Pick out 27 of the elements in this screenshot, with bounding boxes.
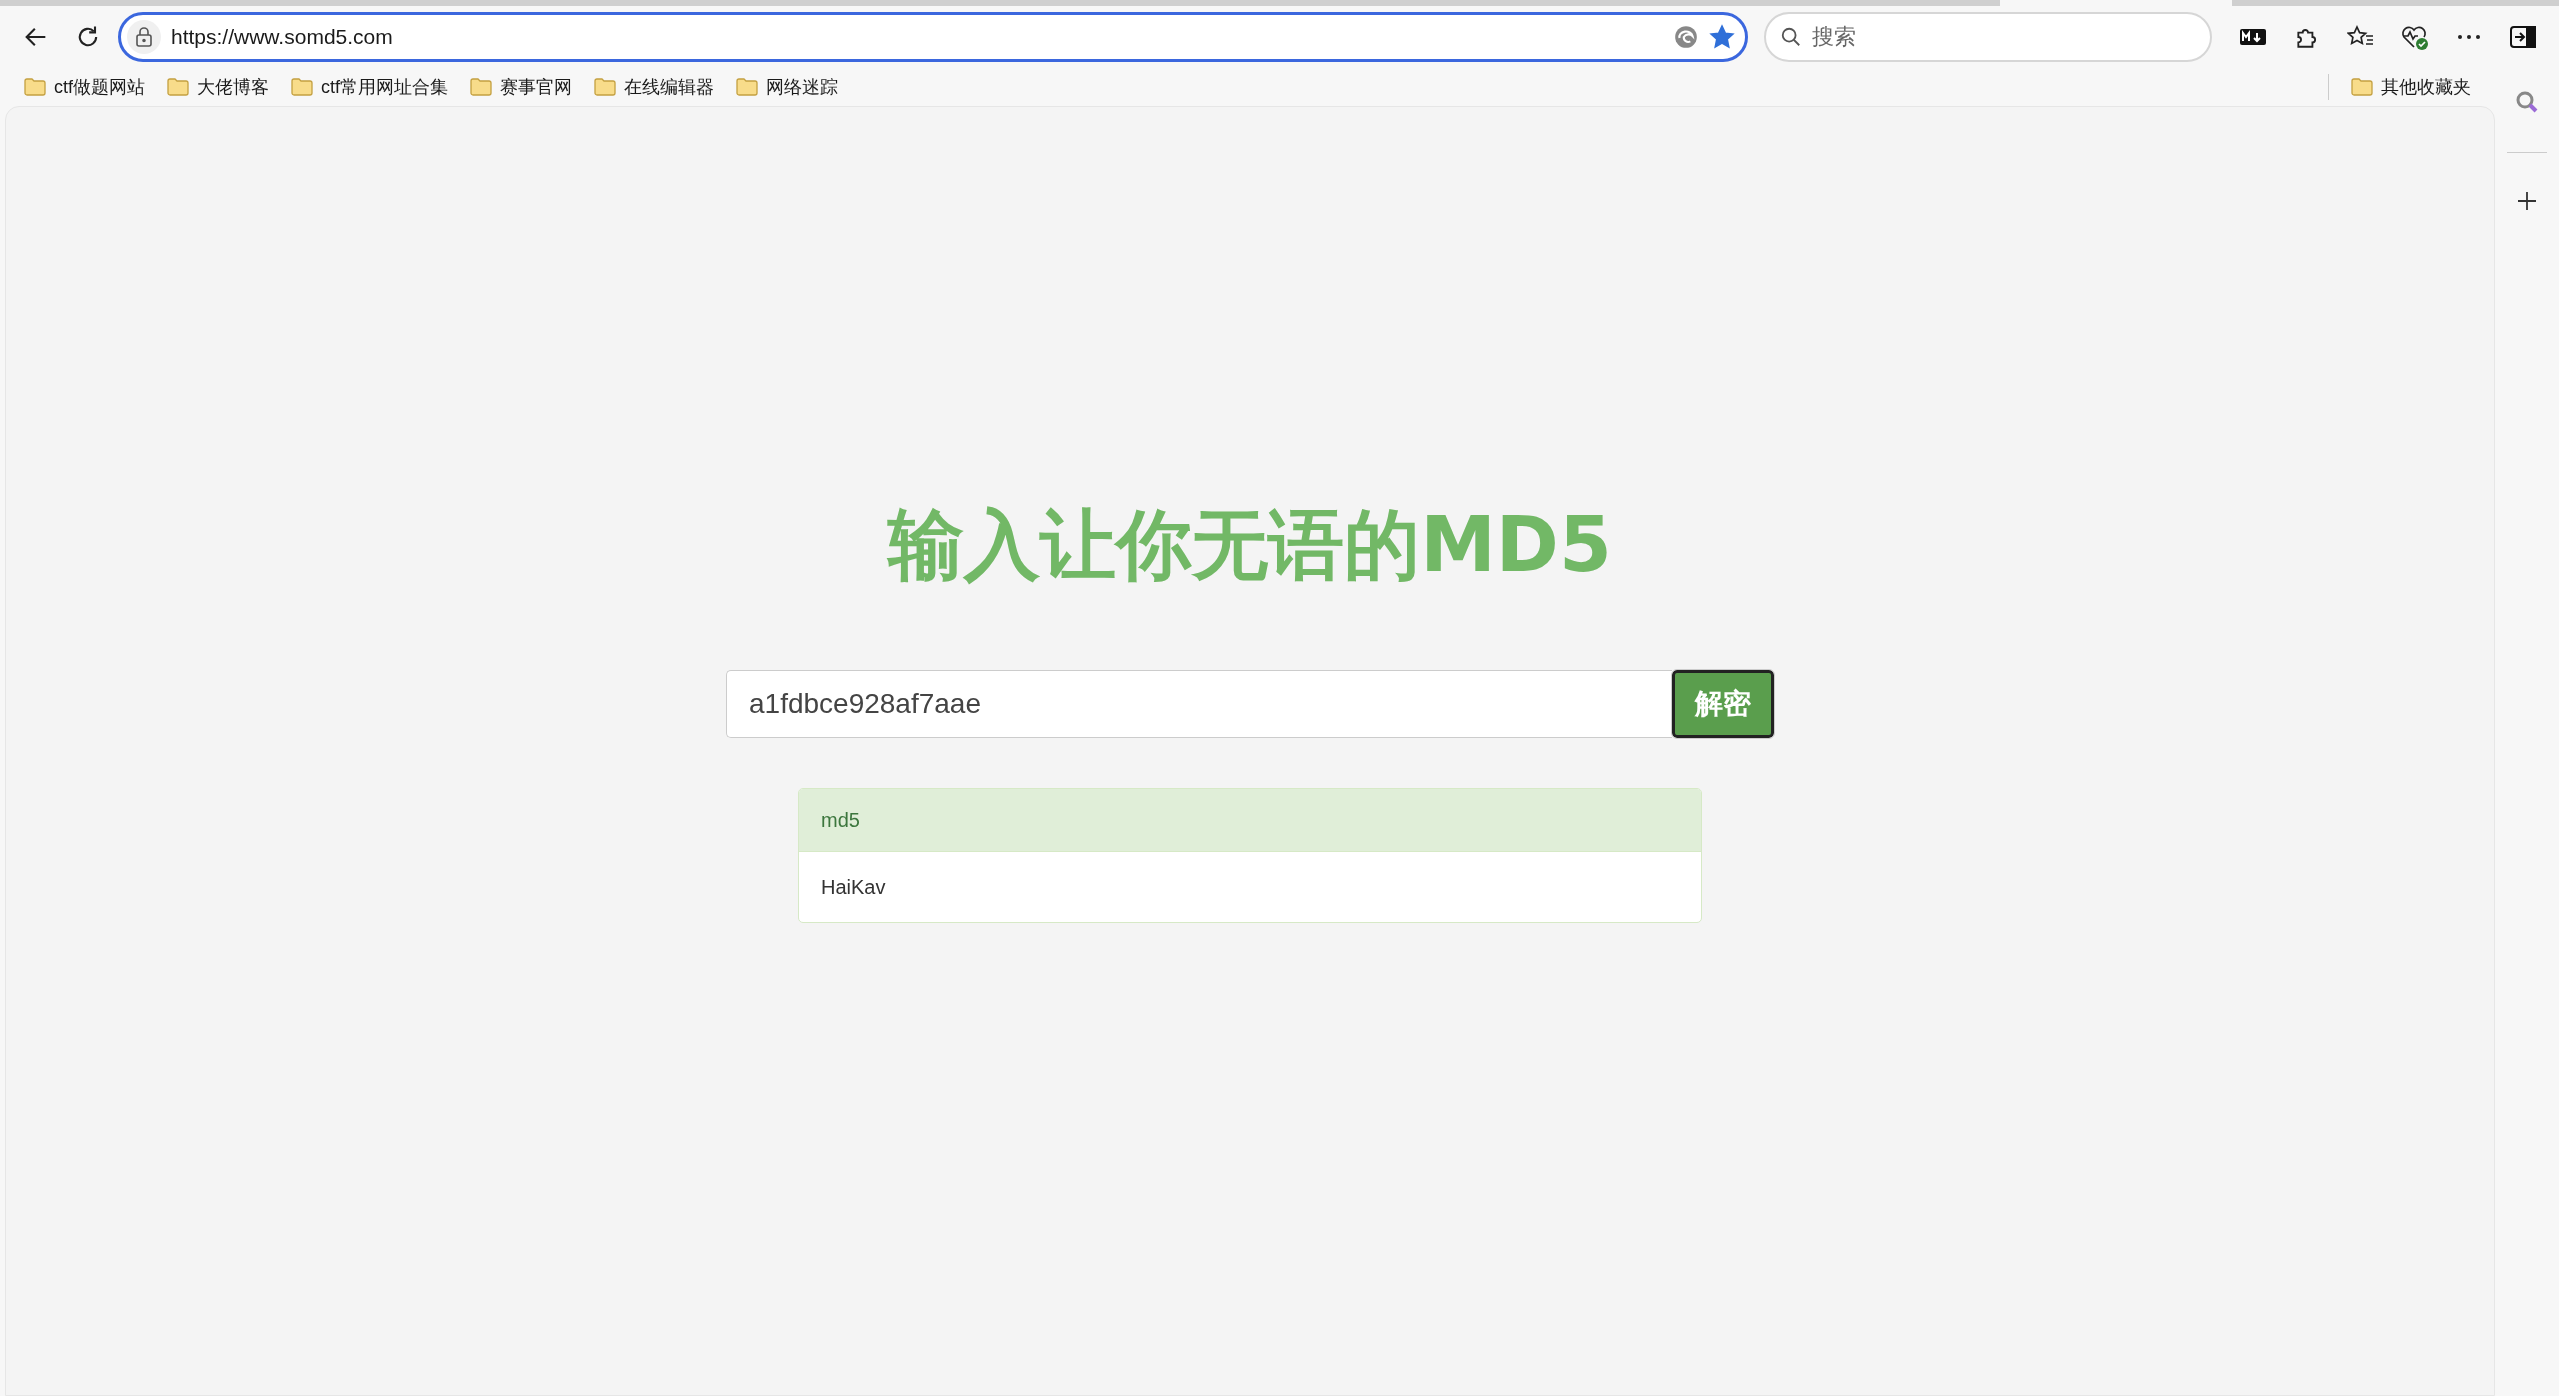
lock-icon: [135, 27, 153, 47]
folder-icon: [291, 78, 313, 96]
folder-icon: [470, 78, 493, 96]
folder-icon: [2351, 78, 2373, 96]
swirl-icon[interactable]: [1673, 24, 1699, 50]
bookmark[interactable]: 在线编辑器: [586, 71, 723, 103]
search-icon: [1780, 26, 1802, 48]
other-bookmarks[interactable]: 其他收藏夹: [2343, 71, 2479, 103]
bookmark[interactable]: ctf常用网址合集: [283, 71, 457, 103]
folder-icon: [736, 78, 759, 96]
folder-icon: [594, 78, 617, 96]
result-heading: md5: [799, 789, 1701, 853]
search-icon[interactable]: [2515, 90, 2539, 114]
page-heading: 输入让你无语的MD5: [888, 499, 1612, 591]
add-icon[interactable]: [2517, 191, 2537, 211]
search-field[interactable]: 搜索: [1764, 12, 2212, 62]
bookmark[interactable]: 网络迷踪: [728, 71, 847, 103]
folder-icon: [167, 78, 189, 96]
bookmark[interactable]: ctf做题网站: [16, 71, 153, 103]
bookmark[interactable]: 赛事官网: [462, 71, 581, 103]
favorite-star-icon[interactable]: [1709, 24, 1735, 50]
hash-input[interactable]: a1fdbce928af7aae: [726, 670, 1672, 739]
bookmark[interactable]: 大佬博客: [159, 71, 277, 103]
result-text: HaiKav: [820, 875, 887, 901]
url-text: https://www.somd5.com: [171, 24, 394, 51]
address-bar[interactable]: https://www.somd5.com: [118, 12, 1748, 62]
folder-icon: [24, 78, 46, 96]
